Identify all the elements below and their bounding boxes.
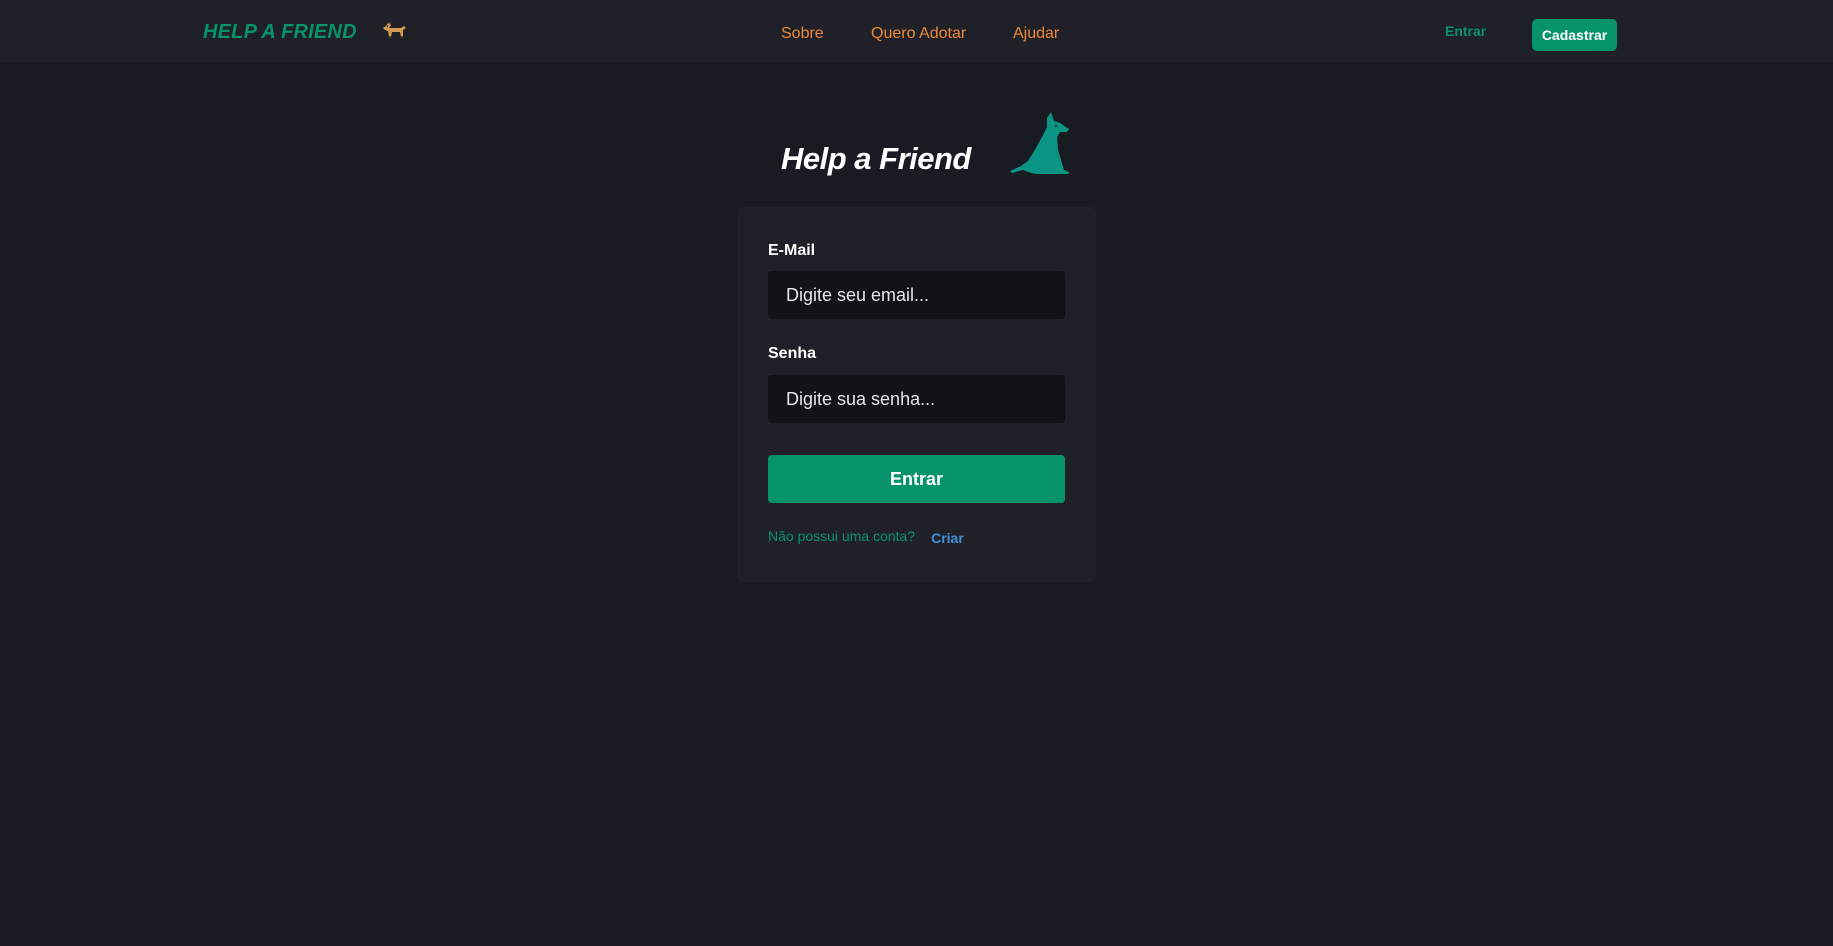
nav-link-sobre[interactable]: Sobre <box>781 25 824 43</box>
login-link[interactable]: Entrar <box>1445 23 1486 39</box>
hero-heading: Help a Friend <box>781 110 1073 181</box>
email-field[interactable] <box>768 271 1065 319</box>
nav-link-quero-adotar[interactable]: Quero Adotar <box>871 25 966 43</box>
no-account-text: Não possui uma conta? <box>768 528 916 544</box>
signup-button[interactable]: Cadastrar <box>1532 19 1617 51</box>
email-label: E-Mail <box>768 242 816 259</box>
top-navbar: HELP A FRIEND Sobre Quero Adotar Ajudar … <box>0 0 1833 62</box>
sitting-dog-icon <box>1007 110 1073 181</box>
login-submit-button[interactable]: Entrar <box>768 455 1065 503</box>
password-label: Senha <box>768 345 817 362</box>
login-card: E-Mail Senha Entrar Não possui uma conta… <box>737 207 1096 582</box>
nav-link-ajudar[interactable]: Ajudar <box>1013 25 1059 43</box>
password-field[interactable] <box>768 375 1065 423</box>
page-title: Help a Friend <box>781 141 971 176</box>
create-account-link[interactable]: Criar <box>931 530 964 546</box>
signup-prompt: Não possui uma conta? Criar <box>768 528 964 546</box>
